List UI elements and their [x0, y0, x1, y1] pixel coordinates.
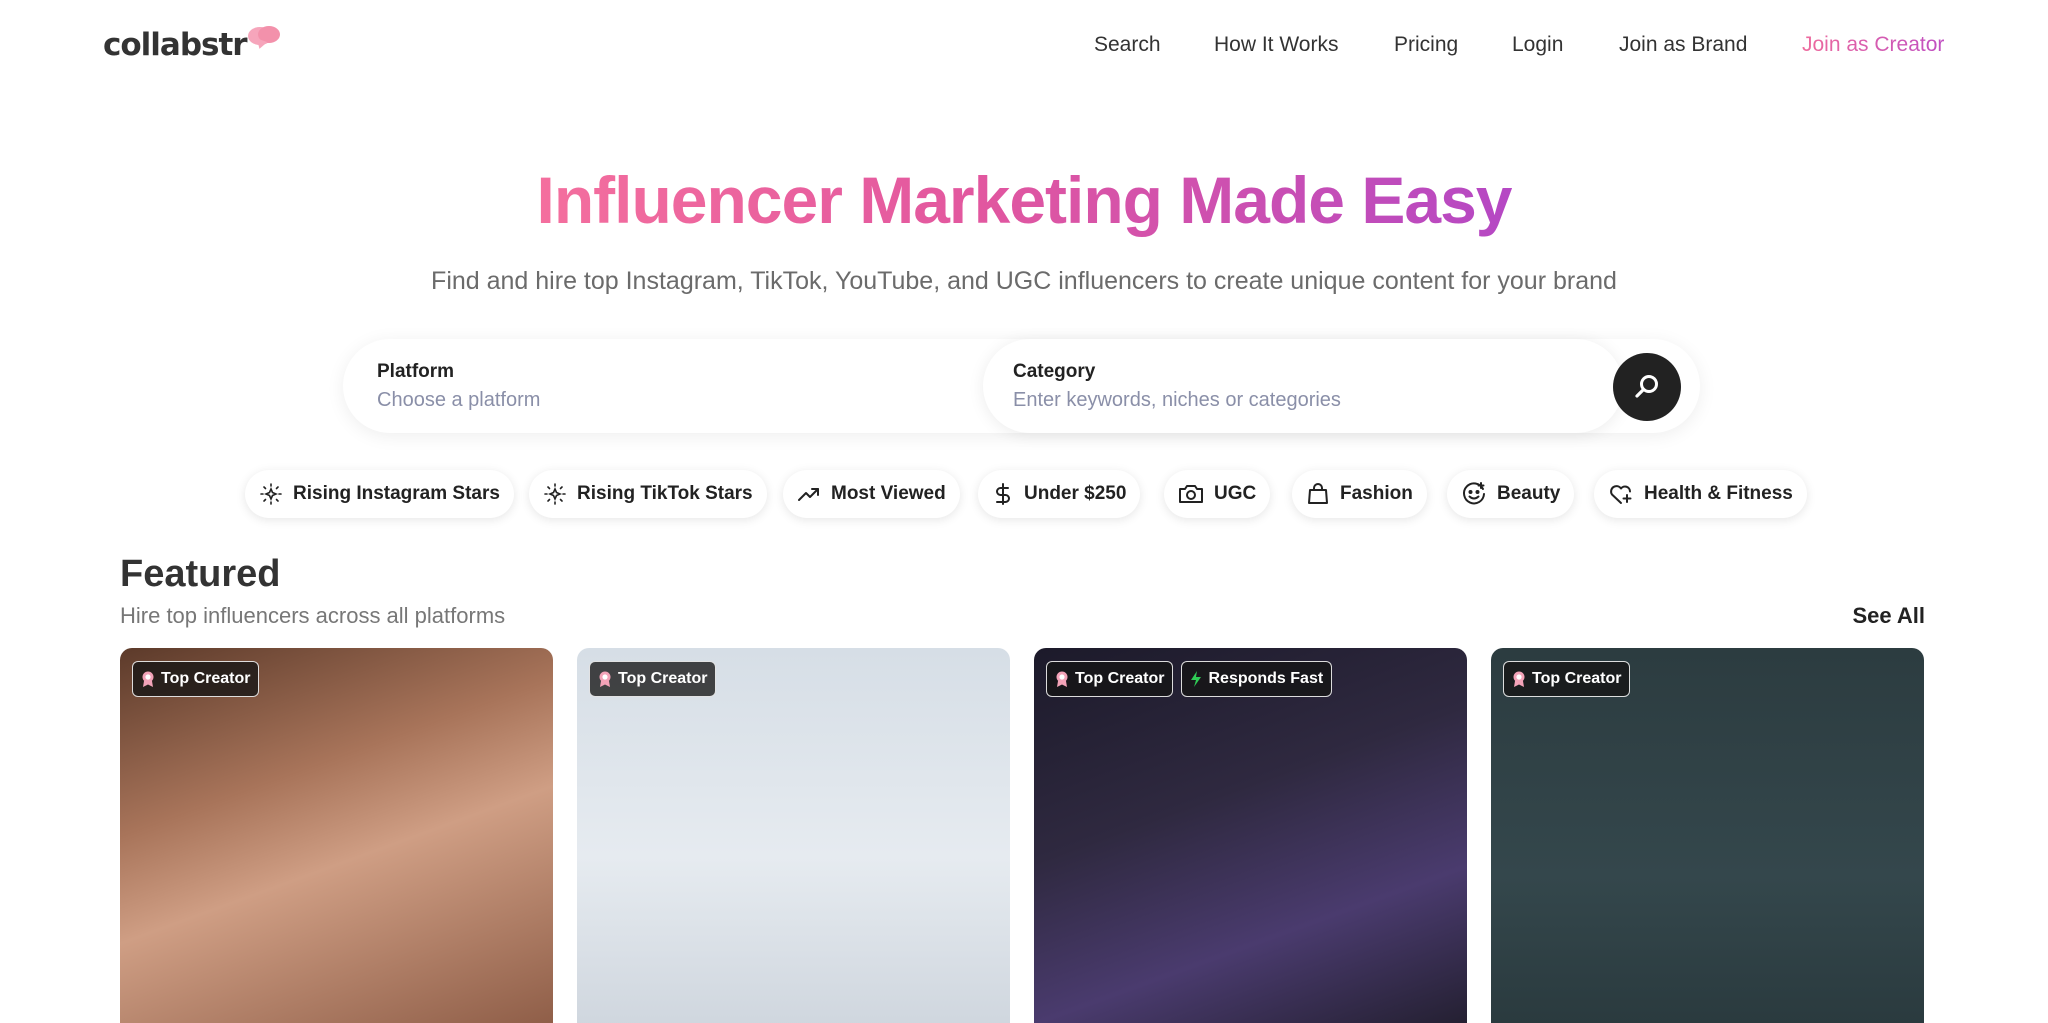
- main-nav: Search How It Works Pricing Login Join a…: [0, 30, 2048, 60]
- chip-rising-tiktok-stars[interactable]: Rising TikTok Stars: [529, 470, 767, 518]
- award-icon: [142, 671, 154, 687]
- nav-how-it-works[interactable]: How It Works: [1214, 30, 1338, 60]
- creator-card[interactable]: Top Creator Responds Fast: [1034, 648, 1467, 1023]
- creator-card[interactable]: Top Creator: [577, 648, 1010, 1023]
- platform-field[interactable]: Platform: [343, 339, 983, 433]
- top-creator-badge: Top Creator: [132, 661, 260, 697]
- sparkle-icon: [544, 483, 566, 505]
- dollar-icon: [996, 483, 1010, 505]
- chip-most-viewed[interactable]: Most Viewed: [783, 470, 960, 518]
- award-icon: [1513, 671, 1525, 687]
- chip-health-fitness[interactable]: Health & Fitness: [1594, 470, 1807, 518]
- featured-subtitle: Hire top influencers across all platform…: [120, 603, 506, 628]
- hero-title: Influencer Marketing Made Easy: [536, 163, 1513, 237]
- site-header: collabstr Search How It Works Pricing Lo…: [0, 0, 2048, 90]
- nav-pricing[interactable]: Pricing: [1394, 30, 1458, 60]
- chip-fashion[interactable]: Fashion: [1292, 470, 1427, 518]
- chip-label: Rising Instagram Stars: [293, 483, 500, 504]
- smile-icon: [1463, 482, 1485, 505]
- category-input[interactable]: [1013, 389, 1573, 412]
- card-badges: Top Creator Responds Fast: [1046, 661, 1333, 697]
- see-all-link[interactable]: See All: [1852, 601, 1925, 631]
- nav-login[interactable]: Login: [1512, 30, 1563, 60]
- card-badges: Top Creator: [1503, 661, 1631, 697]
- search-bar: Platform Category: [343, 339, 1700, 433]
- chip-label: Rising TikTok Stars: [577, 483, 753, 504]
- sparkle-icon: [260, 483, 282, 505]
- creator-card[interactable]: Top Creator: [1491, 648, 1924, 1023]
- award-icon: [1056, 671, 1068, 687]
- award-icon: [599, 671, 611, 687]
- search-icon: [1635, 375, 1658, 398]
- top-creator-badge: Top Creator: [589, 661, 717, 697]
- creator-card[interactable]: Top Creator: [120, 648, 553, 1023]
- chip-ugc[interactable]: UGC: [1164, 470, 1271, 518]
- category-field[interactable]: Category: [983, 339, 1623, 433]
- hero-subtitle: Find and hire top Instagram, TikTok, You…: [431, 267, 1617, 295]
- card-badges: Top Creator: [132, 661, 260, 697]
- shopping-bag-icon: [1308, 483, 1328, 504]
- featured-title: Featured: [120, 553, 281, 595]
- nav-search[interactable]: Search: [1094, 30, 1161, 60]
- platform-input[interactable]: [377, 389, 937, 412]
- chip-label: Health & Fitness: [1644, 483, 1793, 504]
- nav-join-as-brand[interactable]: Join as Brand: [1619, 30, 1747, 60]
- heart-plus-icon: [1610, 485, 1632, 504]
- platform-label: Platform: [377, 361, 455, 382]
- responds-fast-badge: Responds Fast: [1181, 661, 1333, 697]
- chip-under-250[interactable]: Under $250: [978, 470, 1141, 518]
- top-creator-badge: Top Creator: [1046, 661, 1174, 697]
- nav-join-as-creator[interactable]: Join as Creator: [1802, 30, 1944, 60]
- chip-rising-instagram-stars[interactable]: Rising Instagram Stars: [245, 470, 514, 518]
- chip-label: Most Viewed: [831, 483, 946, 504]
- chip-label: Under $250: [1024, 483, 1127, 504]
- chip-beauty[interactable]: Beauty: [1447, 470, 1575, 518]
- lightning-icon: [1191, 671, 1202, 687]
- category-label: Category: [1013, 361, 1096, 382]
- search-button[interactable]: [1613, 353, 1681, 421]
- top-creator-badge: Top Creator: [1503, 661, 1631, 697]
- chip-label: Beauty: [1497, 483, 1561, 504]
- trending-up-icon: [798, 488, 819, 501]
- chip-label: Fashion: [1340, 483, 1413, 504]
- chip-label: UGC: [1214, 483, 1257, 504]
- card-badges: Top Creator: [589, 661, 717, 697]
- camera-icon: [1179, 485, 1203, 503]
